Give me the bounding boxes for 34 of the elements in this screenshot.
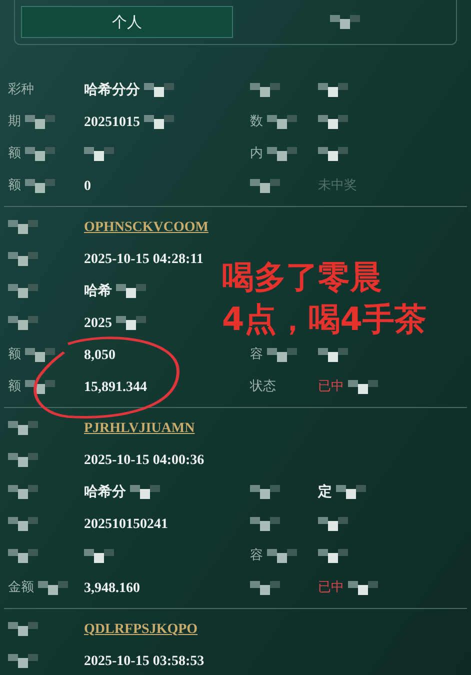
field-value: 未中奖 <box>318 177 357 196</box>
field-label: 数 <box>250 113 263 132</box>
field-label: 状态 <box>250 378 276 396</box>
field-value: 2025-10-15 03:58:53 <box>84 652 204 670</box>
order-link[interactable]: QDLRFPSJKQPO <box>84 618 198 640</box>
field-label: 内 <box>250 145 263 164</box>
handwritten-note: 喝多了零晨 4点，喝4手茶 <box>222 257 427 340</box>
field-value: 20251015 <box>84 114 140 132</box>
field-value: 哈希分分 <box>84 81 140 100</box>
field-value: 定 <box>318 482 332 502</box>
field-label: 期 <box>8 113 21 132</box>
field-value: 哈希分 <box>84 483 126 502</box>
field-value: 2025-10-15 04:28:11 <box>84 250 204 268</box>
field-label: 容 <box>250 346 263 364</box>
field-value: 202510150241 <box>84 516 168 534</box>
field-value: 3,948.160 <box>84 580 140 598</box>
field-label: 彩种 <box>8 81 34 100</box>
field-label: 额 <box>8 346 21 364</box>
field-label: 额 <box>8 378 21 396</box>
field-value: 哈希 <box>84 282 112 300</box>
field-value: 2025-10-15 04:00:36 <box>84 452 204 470</box>
field-value: 已中 <box>318 378 344 396</box>
field-label: 额 <box>8 177 21 196</box>
order-link[interactable]: PJRHLVJIUAMN <box>84 418 195 438</box>
field-label: 容 <box>250 547 263 566</box>
tab[interactable]: 个人 <box>21 6 232 38</box>
field-label: 金额 <box>8 579 34 598</box>
field-value: 已中 <box>318 579 344 598</box>
field-value: 8,050 <box>84 346 116 364</box>
order-link[interactable]: OPHNSCKVCOOM <box>84 216 208 238</box>
field-label: 额 <box>8 145 21 164</box>
field-value: 15,891.344 <box>84 378 147 396</box>
field-value: 2025 <box>84 314 112 332</box>
field-value: 0 <box>84 178 91 196</box>
